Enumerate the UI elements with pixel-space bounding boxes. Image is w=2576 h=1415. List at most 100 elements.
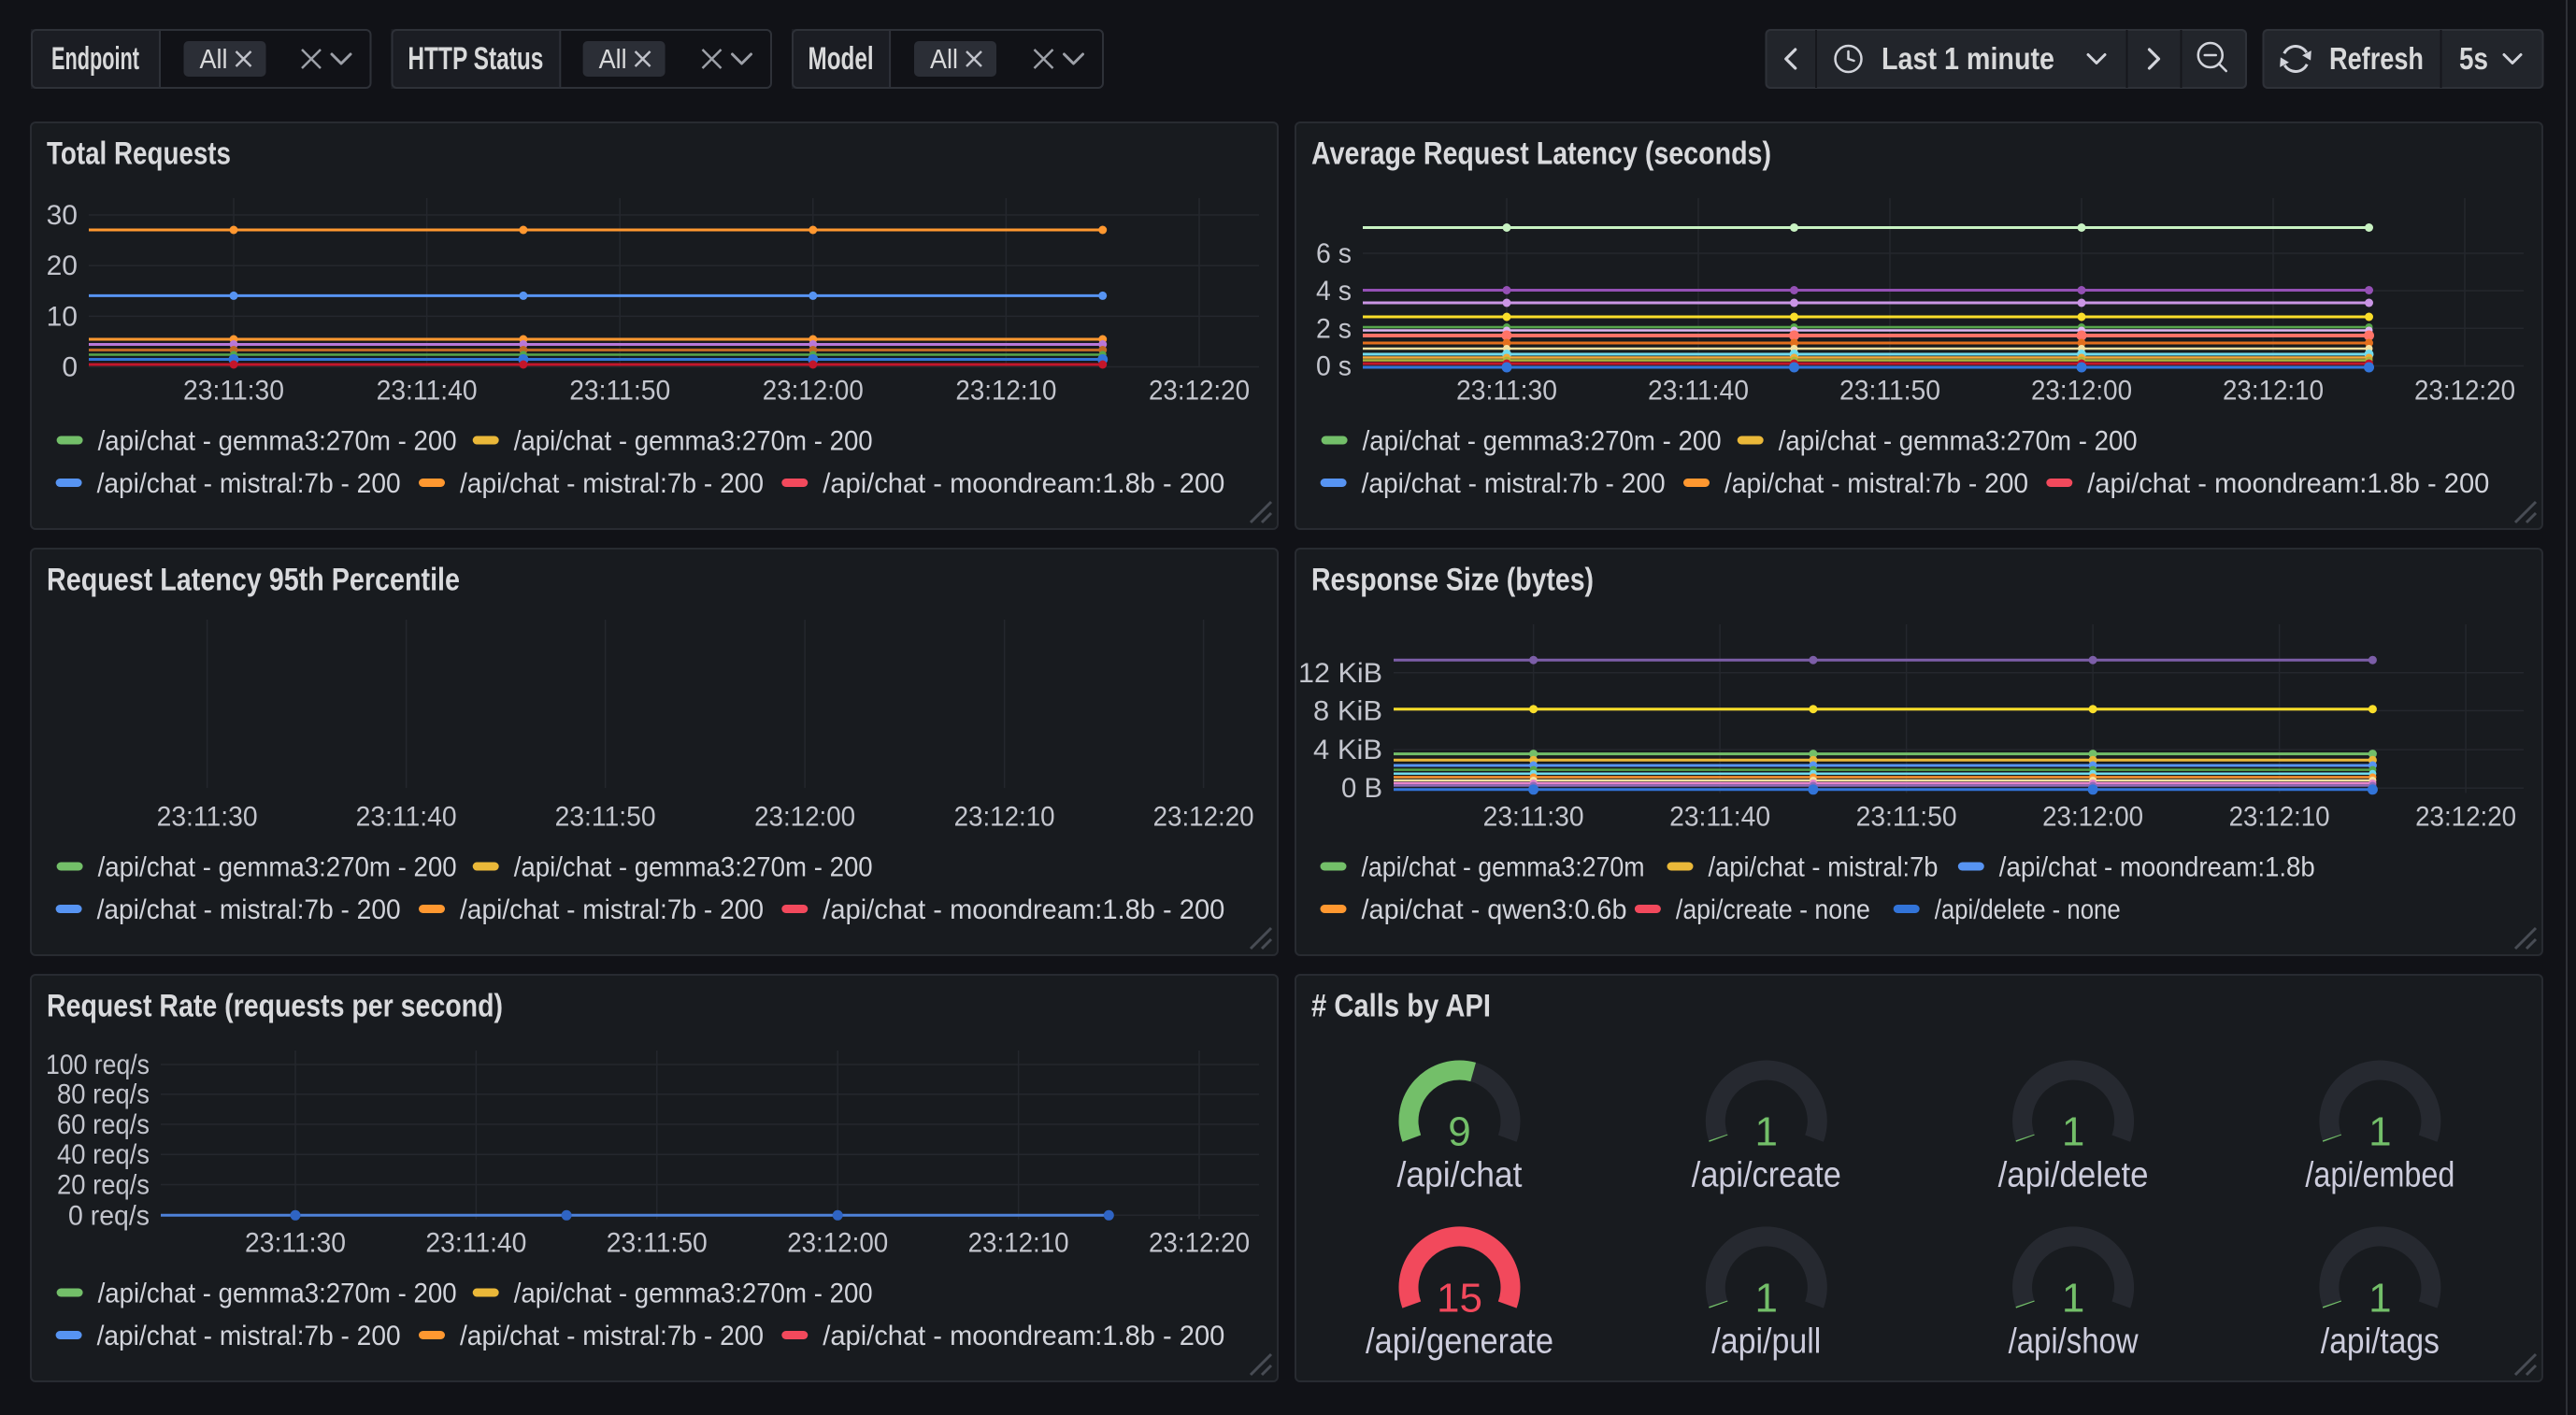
svg-text:23:12:10: 23:12:10 [2223,375,2324,406]
svg-text:/api/chat - mistral:7b - 200: /api/chat - mistral:7b - 200 [97,468,401,499]
svg-text:Refresh: Refresh [2329,41,2424,76]
svg-text:/api/chat - moondream:1.8b - 2: /api/chat - moondream:1.8b - 200 [823,468,1224,499]
svg-text:30: 30 [47,200,78,231]
svg-text:0 B: 0 B [1341,773,1382,804]
svg-text:/api/pull: /api/pull [1711,1322,1821,1361]
svg-text:/api/chat - mistral:7b - 200: /api/chat - mistral:7b - 200 [460,894,764,925]
svg-text:/api/chat - gemma3:270m - 200: /api/chat - gemma3:270m - 200 [98,426,457,457]
svg-text:23:11:40: 23:11:40 [377,375,478,406]
svg-text:23:11:40: 23:11:40 [425,1227,526,1258]
svg-text:/api/chat: /api/chat [1397,1156,1523,1195]
svg-text:1: 1 [2368,1109,2391,1155]
svg-text:/api/chat - moondream:1.8b: /api/chat - moondream:1.8b [1999,852,2315,883]
svg-text:100 req/s: 100 req/s [46,1050,150,1080]
svg-text:23:11:50: 23:11:50 [607,1227,708,1258]
svg-text:5s: 5s [2459,41,2488,76]
svg-text:0 s: 0 s [1316,351,1352,382]
svg-text:1: 1 [1755,1109,1778,1155]
svg-text:23:11:30: 23:11:30 [1456,375,1557,406]
svg-text:23:11:30: 23:11:30 [245,1227,346,1258]
svg-text:23:12:00: 23:12:00 [754,801,855,832]
svg-text:Request Latency 95th Percentil: Request Latency 95th Percentile [47,563,460,598]
svg-text:/api/delete - none: /api/delete - none [1935,894,2121,925]
svg-text:/api/generate: /api/generate [1366,1322,1553,1361]
svg-text:/api/embed: /api/embed [2305,1156,2454,1195]
svg-text:23:12:10: 23:12:10 [955,375,1056,406]
svg-text:23:12:20: 23:12:20 [1149,1227,1250,1258]
svg-text:Endpoint: Endpoint [51,41,139,77]
svg-text:2 s: 2 s [1316,313,1352,344]
svg-text:/api/chat - moondream:1.8b - 2: /api/chat - moondream:1.8b - 200 [823,894,1224,925]
svg-text:0 req/s: 0 req/s [68,1200,150,1231]
svg-text:/api/chat - mistral:7b - 200: /api/chat - mistral:7b - 200 [97,894,401,925]
svg-text:/api/create - none: /api/create - none [1676,894,1870,925]
svg-text:Request Rate (requests per sec: Request Rate (requests per second) [47,989,503,1024]
svg-text:/api/chat - moondream:1.8b - 2: /api/chat - moondream:1.8b - 200 [2087,468,2489,499]
svg-text:1: 1 [1755,1275,1778,1321]
svg-text:/api/chat - gemma3:270m - 200: /api/chat - gemma3:270m - 200 [98,1279,457,1309]
svg-text:/api/show: /api/show [2009,1322,2139,1361]
svg-text:/api/chat - gemma3:270m - 200: /api/chat - gemma3:270m - 200 [1363,426,1722,457]
svg-text:/api/chat - mistral:7b - 200: /api/chat - mistral:7b - 200 [1724,468,2028,499]
svg-text:Last 1 minute: Last 1 minute [1882,41,2054,76]
svg-text:23:12:00: 23:12:00 [787,1227,888,1258]
svg-text:/api/chat - moondream:1.8b - 2: /api/chat - moondream:1.8b - 200 [823,1321,1224,1351]
svg-text:/api/tags: /api/tags [2321,1322,2440,1361]
svg-text:40 req/s: 40 req/s [57,1139,150,1170]
svg-text:4 KiB: 4 KiB [1313,735,1382,765]
svg-text:Total Requests: Total Requests [47,136,231,172]
svg-text:/api/chat - mistral:7b - 200: /api/chat - mistral:7b - 200 [460,1321,764,1351]
svg-text:/api/chat - qwen3:0.6b: /api/chat - qwen3:0.6b [1362,894,1627,925]
svg-text:/api/chat - gemma3:270m - 200: /api/chat - gemma3:270m - 200 [514,1279,873,1309]
svg-text:23:12:10: 23:12:10 [2229,801,2330,832]
svg-text:1: 1 [2062,1275,2084,1321]
svg-text:/api/chat - gemma3:270m - 200: /api/chat - gemma3:270m - 200 [1779,426,2138,457]
svg-text:/api/chat - mistral:7b: /api/chat - mistral:7b [1709,852,1939,883]
svg-text:Model: Model [809,41,874,77]
svg-text:/api/chat - gemma3:270m - 200: /api/chat - gemma3:270m - 200 [514,426,873,457]
svg-text:23:11:40: 23:11:40 [1648,375,1749,406]
svg-text:/api/chat - mistral:7b - 200: /api/chat - mistral:7b - 200 [97,1321,401,1351]
svg-text:/api/delete: /api/delete [1998,1156,2149,1195]
svg-text:23:11:30: 23:11:30 [183,375,284,406]
svg-text:Response Size (bytes): Response Size (bytes) [1311,563,1594,598]
svg-text:10: 10 [47,301,78,332]
svg-text:15: 15 [1437,1275,1482,1321]
svg-text:23:12:00: 23:12:00 [2031,375,2132,406]
svg-text:23:11:50: 23:11:50 [1839,375,1940,406]
svg-text:20: 20 [47,250,78,281]
svg-text:Average Request Latency (secon: Average Request Latency (seconds) [1311,136,1771,172]
svg-text:/api/chat - mistral:7b - 200: /api/chat - mistral:7b - 200 [1362,468,1666,499]
svg-text:20 req/s: 20 req/s [57,1170,150,1201]
svg-text:9: 9 [1448,1109,1470,1155]
svg-text:23:11:40: 23:11:40 [1669,801,1770,832]
svg-text:/api/chat - gemma3:270m: /api/chat - gemma3:270m [1362,852,1645,883]
svg-text:23:11:50: 23:11:50 [1856,801,1957,832]
svg-text:23:12:00: 23:12:00 [2042,801,2143,832]
svg-text:4 s: 4 s [1316,276,1352,307]
svg-text:23:12:20: 23:12:20 [2414,375,2515,406]
svg-text:1: 1 [2062,1109,2084,1155]
svg-text:# Calls by API: # Calls by API [1311,989,1491,1024]
svg-text:23:12:20: 23:12:20 [1149,375,1250,406]
svg-text:8 KiB: 8 KiB [1313,695,1382,726]
svg-text:HTTP Status: HTTP Status [408,41,543,77]
svg-text:/api/chat - mistral:7b - 200: /api/chat - mistral:7b - 200 [460,468,764,499]
svg-text:All: All [200,45,228,75]
svg-text:23:12:10: 23:12:10 [954,801,1055,832]
svg-text:All: All [930,45,958,75]
svg-text:0: 0 [62,352,78,383]
svg-text:23:12:20: 23:12:20 [1153,801,1254,832]
svg-text:23:11:40: 23:11:40 [356,801,457,832]
svg-text:23:11:30: 23:11:30 [1483,801,1584,832]
svg-text:All: All [599,45,627,75]
svg-text:/api/chat - gemma3:270m - 200: /api/chat - gemma3:270m - 200 [514,852,873,883]
svg-text:/api/create: /api/create [1692,1156,1841,1195]
svg-text:23:12:00: 23:12:00 [763,375,864,406]
svg-text:80 req/s: 80 req/s [57,1079,150,1110]
svg-text:23:11:30: 23:11:30 [157,801,258,832]
svg-text:23:12:20: 23:12:20 [2415,801,2516,832]
svg-text:23:11:50: 23:11:50 [569,375,670,406]
svg-text:12 KiB: 12 KiB [1298,658,1382,689]
svg-text:1: 1 [2368,1275,2391,1321]
